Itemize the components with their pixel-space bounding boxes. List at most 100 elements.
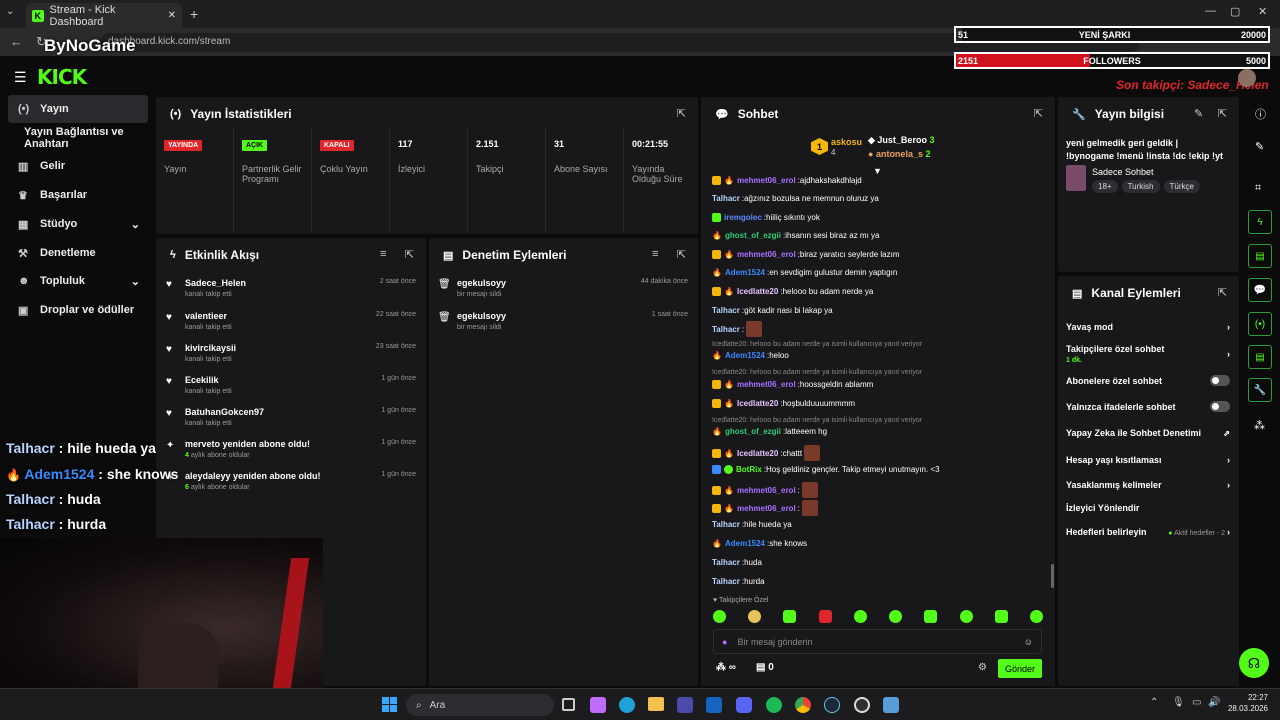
chat-shortcut-icon[interactable]: 💬 — [1248, 278, 1272, 302]
chat-username[interactable]: mehmet06_erol — [737, 504, 796, 513]
explorer-icon[interactable] — [648, 697, 664, 711]
users-shortcut-icon[interactable]: ⁂ — [1254, 419, 1265, 432]
network-icon[interactable]: ▭ — [1192, 697, 1201, 708]
chat-message[interactable]: 🔥 mehmet06_erol: — [712, 482, 1052, 498]
expand-icon[interactable]: ⇱ — [405, 248, 414, 261]
steam-icon[interactable] — [824, 697, 840, 713]
chat-username[interactable]: BotRix — [736, 465, 762, 474]
edit-icon[interactable]: ✎ — [1194, 107, 1203, 120]
obs-icon[interactable] — [854, 697, 870, 713]
chat-username[interactable]: Adem1524 — [725, 351, 765, 360]
tray-chevron-icon[interactable]: ⌃ — [1150, 697, 1158, 708]
chat-message[interactable]: Talhacr: hurda — [712, 577, 1052, 586]
kick-logo[interactable]: KICK — [37, 65, 87, 89]
expand-icon[interactable]: ⇱ — [677, 107, 686, 120]
toggle-switch[interactable] — [1210, 375, 1230, 386]
emote-icon[interactable] — [959, 610, 973, 623]
action-account-age[interactable]: Hesap yaşı kısıtlaması › — [1066, 455, 1230, 465]
chat-message[interactable]: 🔥 Icedlatte20: helooo bu adam nerde ya — [712, 287, 1052, 296]
back-icon[interactable]: ← — [10, 34, 23, 49]
filter-icon[interactable]: ≡ — [652, 248, 658, 260]
sidebar-item-droplar[interactable]: ▣ Droplar ve ödüller — [8, 296, 148, 324]
crop-icon[interactable]: ⌗ — [1255, 182, 1261, 195]
chat-username[interactable]: ghost_of_ezgii — [725, 231, 781, 240]
chat-username[interactable]: Icedlatte20 — [737, 449, 778, 458]
action-slow-mode[interactable]: Yavaş mod › — [1066, 322, 1230, 332]
layers-shortcut-icon[interactable]: ▤ — [1248, 345, 1272, 369]
wrench-shortcut-icon[interactable]: 🔧 — [1248, 378, 1272, 402]
emote-icon[interactable] — [713, 610, 726, 623]
chrome-icon[interactable] — [795, 697, 811, 713]
browser-tab[interactable]: K Stream - Kick Dashboard ✕ — [26, 3, 182, 28]
maximize-icon[interactable]: ▢ — [1230, 5, 1240, 18]
chat-username[interactable]: mehmet06_erol — [737, 486, 796, 495]
chat-username[interactable]: mehmet06_erol — [737, 380, 796, 389]
broadcast-shortcut-icon[interactable]: (•) — [1248, 312, 1272, 336]
chat-message[interactable]: Talhacr: ağzınız bozulsa ne memnun oluru… — [712, 194, 1052, 203]
chat-username[interactable]: ghost_of_ezgii — [725, 427, 781, 436]
bolt-shortcut-icon[interactable]: ϟ — [1248, 210, 1272, 234]
action-banned-words[interactable]: Yasaklanmış kelimeler › — [1066, 480, 1230, 490]
collapse-icon[interactable]: ▼ — [873, 166, 882, 176]
chat-username[interactable]: Icedlatte20 — [737, 287, 778, 296]
chat-settings-icon[interactable]: ⚙ — [978, 662, 987, 673]
edge-icon[interactable] — [619, 697, 635, 713]
action-raid[interactable]: İzleyici Yönlendir — [1066, 503, 1230, 513]
emoji-icon[interactable]: ☺ — [1024, 637, 1033, 647]
action-followers-only[interactable]: Takipçilere özel sohbet 1 dk. › — [1066, 344, 1230, 364]
points-balance[interactable]: ▤ 0 — [756, 662, 774, 673]
chat-username[interactable]: Talhacr — [712, 558, 740, 567]
expand-icon[interactable]: ⇱ — [1034, 107, 1043, 120]
clock-time[interactable]: 22:27 — [1230, 693, 1268, 702]
chat-message[interactable]: 🔥 mehmet06_erol: biraz yaratıcı seylerde … — [712, 250, 1052, 259]
sidebar-item-denetleme[interactable]: ⚒ Denetleme — [8, 239, 148, 267]
window-close-icon[interactable]: ✕ — [1258, 5, 1267, 18]
sidebar-item-topluluk[interactable]: ☻ Topluluk ⌄ — [8, 267, 148, 295]
emote-icon[interactable] — [924, 610, 938, 623]
chat-username[interactable]: mehmet06_erol — [737, 176, 796, 185]
kicks-balance[interactable]: ⁂ ∞ — [716, 662, 736, 673]
info-icon[interactable]: ⓘ — [1255, 106, 1266, 122]
action-ai-moderation[interactable]: Yapay Zeka ile Sohbet Denetimi ⇗ — [1066, 428, 1230, 438]
menu-icon[interactable]: ☰ — [14, 69, 27, 86]
clock-date[interactable]: 28.03.2026 — [1226, 704, 1268, 713]
emote-icon[interactable] — [994, 610, 1008, 623]
emote-icon[interactable] — [818, 610, 832, 623]
action-goals[interactable]: Hedefleri belirleyin ● Aktif hedefler - 2… — [1066, 527, 1230, 537]
chat-message[interactable]: 🔥 mehmet06_erol: — [712, 500, 1052, 516]
emote-icon[interactable] — [1029, 610, 1043, 623]
chat-username[interactable]: Adem1524 — [725, 539, 765, 548]
task-view-icon[interactable] — [562, 698, 575, 711]
tag[interactable]: Türkçe — [1163, 180, 1200, 193]
chat-message[interactable]: 🔥 mehmet06_erol: hoossgeldin ablamm — [712, 380, 1052, 389]
mic-icon[interactable]: ● — [722, 637, 727, 647]
expand-icon[interactable]: ⇱ — [1218, 107, 1227, 120]
emote-icon[interactable] — [783, 610, 797, 623]
app-icon[interactable] — [883, 697, 899, 713]
emote-icon[interactable] — [748, 610, 762, 623]
spotify-icon[interactable] — [766, 697, 782, 713]
document-shortcut-icon[interactable]: ▤ — [1248, 244, 1272, 268]
chat-username[interactable]: Talhacr — [712, 194, 740, 203]
minimize-icon[interactable]: — — [1205, 5, 1216, 17]
windows-start-icon[interactable] — [382, 697, 397, 712]
chat-message[interactable]: Talhacr: hile hueda ya — [712, 520, 1052, 529]
chat-username[interactable]: Talhacr — [712, 577, 740, 586]
chat-username[interactable]: mehmet06_erol — [737, 250, 796, 259]
app-icon[interactable] — [590, 697, 606, 713]
emote-icon[interactable] — [889, 610, 903, 623]
chat-username[interactable]: iremgolec — [724, 213, 762, 222]
emote-icon[interactable] — [853, 610, 867, 623]
taskbar-search[interactable]: ⌕ Ara — [406, 694, 554, 716]
sidebar-item-basarilar[interactable]: ♛ Başarılar — [8, 181, 148, 209]
action-subs-only[interactable]: Abonelere özel sohbet — [1066, 375, 1230, 386]
help-button[interactable]: ☊ — [1239, 648, 1269, 678]
chat-message[interactable]: 🔥 Adem1524: heloo — [712, 351, 1052, 360]
chat-username[interactable]: Talhacr — [712, 306, 740, 315]
chat-message[interactable]: BotRix: Hoş geldiniz gençler. Takip etme… — [712, 465, 1052, 474]
sidebar-item-stream-key[interactable]: Yayın Bağlantısı ve Anahtarı — [8, 124, 158, 152]
chat-message[interactable]: iremgolec: hiiliç sıkıntı yok — [712, 213, 1052, 222]
chat-message[interactable]: Talhacr: göt kadir nası bi lakap ya — [712, 306, 1052, 315]
discord-icon[interactable] — [736, 697, 752, 713]
sidebar-item-gelir[interactable]: ▥ Gelir — [8, 152, 148, 180]
